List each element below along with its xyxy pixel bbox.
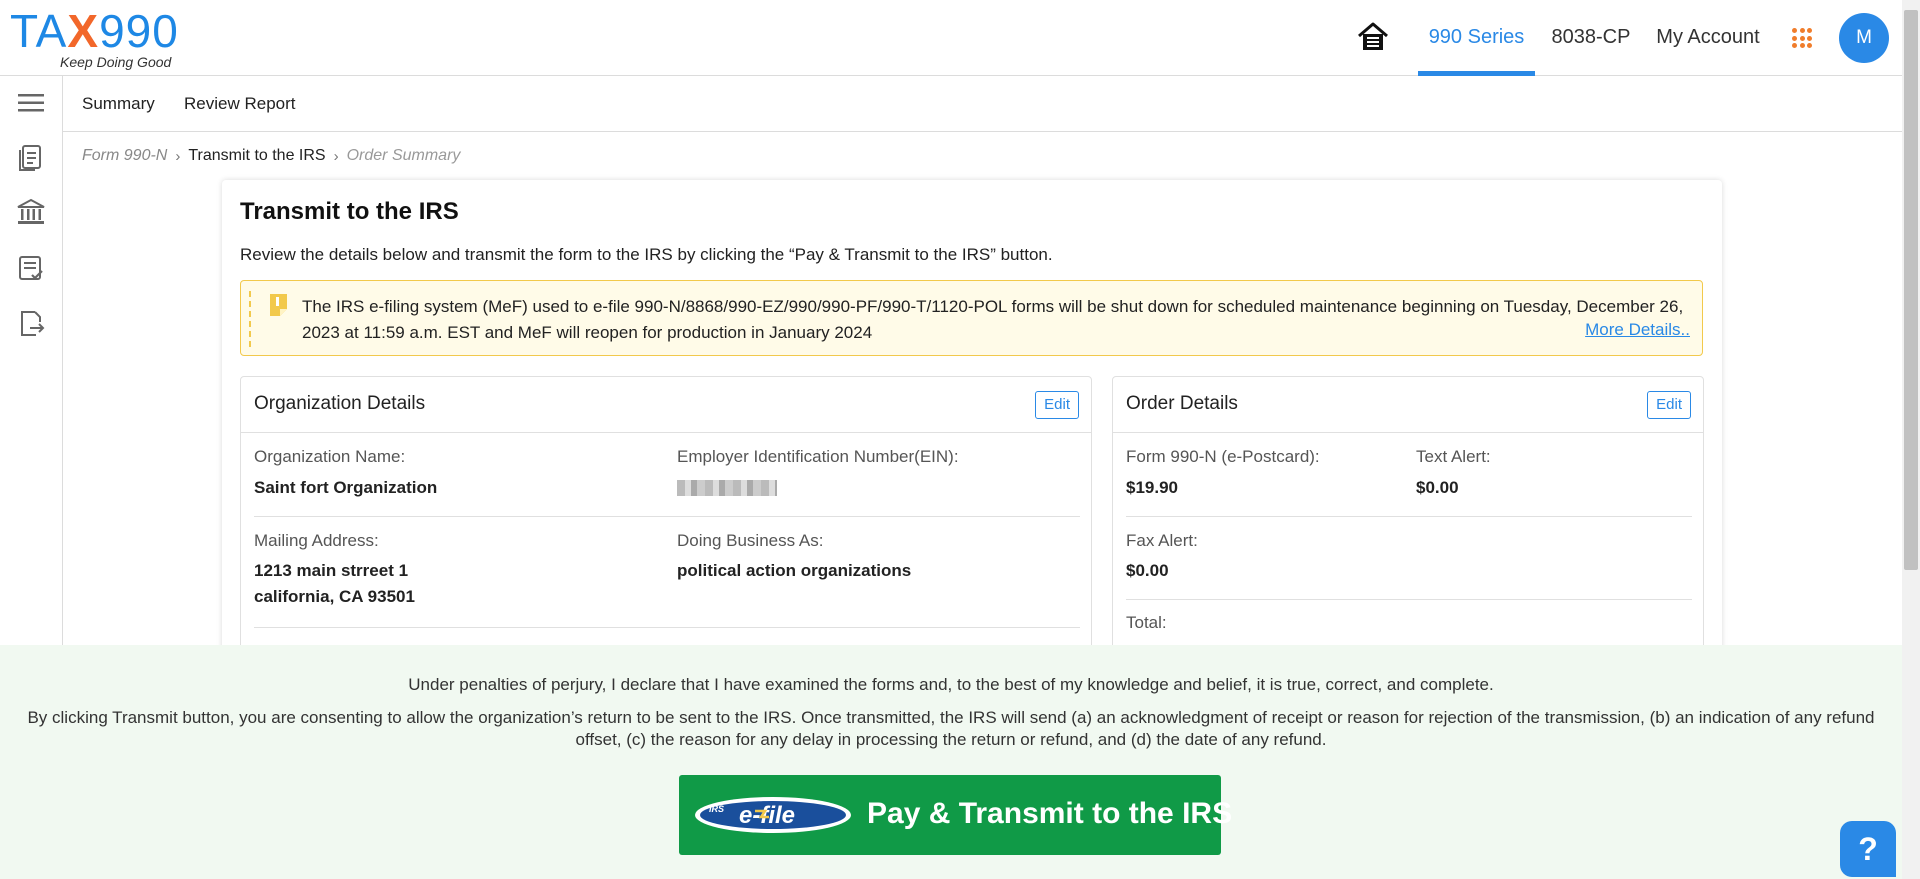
logo-text: TAX990 [10, 5, 179, 57]
fax-alert-label: Fax Alert: [1126, 531, 1198, 550]
menu-icon[interactable] [16, 88, 46, 118]
total-label: Total: [1126, 613, 1167, 632]
mailing-address-label: Mailing Address: [254, 531, 379, 550]
page-description: Review the details below and transmit th… [240, 245, 1053, 264]
pay-transmit-label: Pay & Transmit to the IRS [867, 797, 1233, 830]
export-document-icon[interactable] [16, 308, 46, 338]
text-alert-label: Text Alert: [1416, 447, 1491, 466]
sub-navigation: Summary Review Report [63, 76, 1902, 132]
tax990-logo[interactable]: TAX990 Keep Doing Good [10, 8, 185, 72]
consent-statement: By clicking Transmit button, you are con… [27, 708, 1875, 749]
checklist-icon[interactable] [16, 253, 46, 283]
document-icon[interactable] [16, 142, 46, 172]
divider [1126, 599, 1692, 600]
nav-990-series[interactable]: 990 Series [1418, 0, 1535, 76]
page-scrollbar[interactable] [1902, 0, 1920, 879]
order-details-header: Order Details Edit [1113, 377, 1703, 433]
ein-label: Employer Identification Number(EIN): [677, 447, 959, 466]
organization-details-title: Organization Details [254, 393, 426, 414]
apps-grid-icon[interactable] [1792, 28, 1812, 48]
fax-alert-price: $0.00 [1126, 561, 1169, 580]
breadcrumb-transmit[interactable]: Transmit to the IRS [188, 147, 325, 165]
dba-label: Doing Business As: [677, 531, 824, 550]
edit-order-button[interactable]: Edit [1647, 391, 1691, 419]
pay-transmit-button[interactable]: IRS e-file Pay & Transmit to the IRS [679, 775, 1232, 855]
breadcrumb-order-summary[interactable]: Order Summary [347, 147, 461, 165]
logo-tagline: Keep Doing Good [60, 54, 172, 70]
breadcrumb-separator-icon: › [333, 147, 339, 165]
alert-note-icon [270, 294, 287, 316]
user-avatar[interactable]: M [1839, 13, 1889, 63]
nav-8038-cp[interactable]: 8038-CP [1550, 0, 1632, 76]
help-button[interactable]: ? [1840, 821, 1896, 877]
efile-logo-irs-text: IRS [709, 804, 724, 814]
maintenance-alert: The IRS e-filing system (MeF) used to e-… [240, 280, 1703, 356]
top-header: TAX990 Keep Doing Good 990 Series 8038-C… [0, 0, 1902, 76]
perjury-declaration: Under penalties of perjury, I declare th… [408, 675, 1494, 694]
alert-stripe [249, 291, 253, 347]
form-990n-price: $19.90 [1126, 478, 1178, 497]
transmit-footer: Under penalties of perjury, I declare th… [0, 645, 1902, 879]
scrollbar-thumb[interactable] [1904, 10, 1918, 570]
bank-icon[interactable] [16, 197, 46, 227]
subnav-review-report[interactable]: Review Report [184, 94, 296, 114]
breadcrumb: Form 990-N › Transmit to the IRS › Order… [82, 147, 460, 165]
home-icon[interactable] [1356, 20, 1390, 54]
edit-organization-button[interactable]: Edit [1035, 391, 1079, 419]
order-details-title: Order Details [1126, 393, 1238, 414]
divider [1126, 516, 1692, 517]
divider [254, 516, 1080, 517]
breadcrumb-form-990n[interactable]: Form 990-N [82, 147, 167, 165]
irs-efile-logo: IRS e-file [695, 797, 851, 833]
breadcrumb-separator-icon: › [175, 147, 181, 165]
mailing-address-line2: california, CA 93501 [254, 587, 415, 606]
nav-my-account[interactable]: My Account [1654, 0, 1762, 76]
subnav-summary[interactable]: Summary [82, 94, 155, 114]
text-alert-price: $0.00 [1416, 478, 1459, 497]
ein-redacted-value [677, 480, 777, 496]
efile-logo-text: e-file [739, 802, 795, 829]
divider [254, 627, 1080, 628]
dba-value: political action organizations [677, 561, 912, 580]
form-990n-label: Form 990-N (e-Postcard): [1126, 447, 1320, 466]
alert-text: The IRS e-filing system (MeF) used to e-… [302, 297, 1684, 342]
more-details-link[interactable]: More Details.. [1585, 320, 1690, 340]
page-title: Transmit to the IRS [240, 198, 459, 225]
mailing-address-line1: 1213 main strreet 1 [254, 561, 409, 580]
org-name-label: Organization Name: [254, 447, 406, 466]
organization-details-header: Organization Details Edit [241, 377, 1091, 433]
org-name-value: Saint fort Organization [254, 478, 438, 497]
